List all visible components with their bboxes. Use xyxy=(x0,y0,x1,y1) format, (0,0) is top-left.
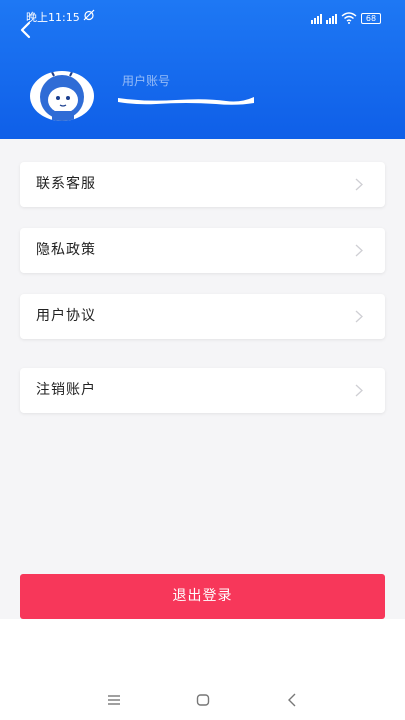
status-icons: 68 xyxy=(311,11,381,25)
account-redacted xyxy=(118,97,254,105)
profile-header: 晚上11:15 68 用户账号 xyxy=(0,0,405,139)
menu-item-privacy-policy[interactable]: 隐私政策 xyxy=(20,228,385,273)
system-nav-bar xyxy=(0,688,405,712)
chevron-left-icon xyxy=(20,21,31,39)
menu-item-contact-service[interactable]: 联系客服 xyxy=(20,162,385,207)
menu-item-user-agreement[interactable]: 用户协议 xyxy=(20,294,385,339)
chevron-right-icon xyxy=(355,384,363,397)
wifi-icon xyxy=(341,12,357,24)
menu-icon[interactable] xyxy=(105,691,123,709)
chevron-right-icon xyxy=(355,178,363,191)
logout-button[interactable]: 退出登录 xyxy=(20,574,385,619)
menu-item-delete-account[interactable]: 注销账户 xyxy=(20,368,385,413)
menu-item-label: 联系客服 xyxy=(36,176,96,192)
chevron-right-icon xyxy=(355,244,363,257)
menu-item-label: 用户协议 xyxy=(36,308,96,324)
back-icon[interactable] xyxy=(284,691,302,709)
avatar[interactable] xyxy=(30,71,94,121)
signal-icon xyxy=(311,13,322,24)
account-label: 用户账号 xyxy=(122,74,171,88)
menu-item-label: 隐私政策 xyxy=(36,242,96,258)
robot-avatar-icon xyxy=(40,71,84,121)
alarm-off-icon xyxy=(83,8,95,28)
home-icon[interactable] xyxy=(194,691,212,709)
menu-item-label: 注销账户 xyxy=(36,382,96,398)
back-button[interactable] xyxy=(14,18,36,42)
battery-indicator: 68 xyxy=(361,12,381,24)
status-bar: 晚上11:15 68 xyxy=(0,8,405,28)
signal-icon xyxy=(326,13,337,24)
chevron-right-icon xyxy=(355,310,363,323)
